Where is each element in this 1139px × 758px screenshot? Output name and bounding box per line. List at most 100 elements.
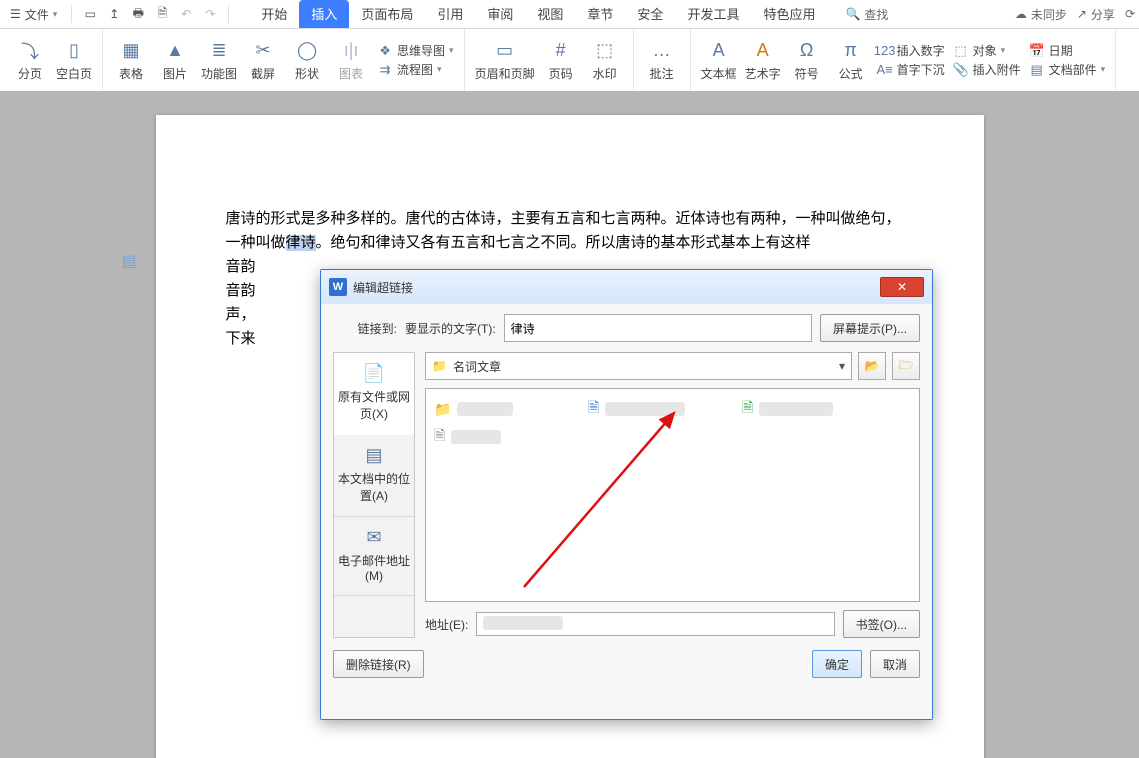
link-email[interactable]: ✉电子邮件地址(M) <box>334 517 414 596</box>
cancel-button[interactable]: 取消 <box>870 650 920 678</box>
mindmap-button[interactable]: ❖思维导图 ▾ <box>377 42 454 59</box>
object-icon: ⬚ <box>953 43 969 59</box>
header-icon: ▭ <box>493 39 517 63</box>
quick-open-icon[interactable]: ▭ <box>80 4 100 24</box>
file-list[interactable]: 📁xxxxxxxx 🗎xxxxxxxxxxxx 🗎xxxxxxxxxxx 🗎xx… <box>425 388 920 602</box>
search-box[interactable]: 🔍查找 <box>845 6 888 23</box>
docparts-button[interactable]: ▤文档部件 ▾ <box>1029 61 1106 78</box>
tab-review[interactable]: 审阅 <box>475 0 525 28</box>
file-icon: 📄 <box>363 363 385 384</box>
tab-layout[interactable]: 页面布局 <box>349 0 425 28</box>
link-existing[interactable]: 📄原有文件或网页(X) <box>334 353 414 435</box>
picture-button[interactable]: ▲图片 <box>153 35 197 86</box>
mail-icon: ✉ <box>366 527 381 548</box>
symbol-icon: Ω <box>795 39 819 63</box>
tab-section[interactable]: 章节 <box>575 0 625 28</box>
more-icon[interactable]: ⟳ <box>1125 7 1135 21</box>
linkto-label: 链接到: <box>333 320 397 337</box>
chart-icon: ı|ı <box>339 39 363 63</box>
tab-view[interactable]: 视图 <box>525 0 575 28</box>
display-text-input[interactable] <box>504 314 812 342</box>
num-icon: 123 <box>877 43 893 59</box>
wordart-icon: A <box>751 39 775 63</box>
folder-icon: 📁 <box>432 359 447 373</box>
tab-security[interactable]: 安全 <box>625 0 675 28</box>
tab-home[interactable]: 开始 <box>249 0 299 28</box>
up-icon: 📂 <box>865 359 880 373</box>
screen-tip-button[interactable]: 屏幕提示(P)... <box>820 314 920 342</box>
list-item[interactable]: 📁xxxxxxxx <box>432 395 586 423</box>
address-input[interactable] <box>476 612 834 636</box>
flowchart-button[interactable]: ⇉流程图 ▾ <box>377 61 454 78</box>
comment-icon: … <box>650 39 674 63</box>
quick-preview-icon[interactable]: 🗎 <box>152 4 172 24</box>
smartart-button[interactable]: ≣功能图 <box>197 35 241 86</box>
tab-special[interactable]: 特色应用 <box>751 0 827 28</box>
share-icon: ↗ <box>1077 7 1087 21</box>
ok-button[interactable]: 确定 <box>812 650 862 678</box>
ribbon: ⤵分页 ▯空白页 ▦表格 ▲图片 ≣功能图 ✂截屏 ◯形状 ı|ı图表 ❖思维导… <box>0 29 1139 92</box>
page-marker-icon: ▤ <box>122 251 137 271</box>
equation-icon: π <box>839 39 863 63</box>
textbox-icon: A <box>707 39 731 63</box>
redo-icon[interactable]: ↷ <box>200 4 220 24</box>
watermark-button[interactable]: ⬚水印 <box>583 35 627 86</box>
tab-insert[interactable]: 插入 <box>299 0 349 28</box>
screenshot-button[interactable]: ✂截屏 <box>241 35 285 86</box>
folder-select[interactable]: 📁 名词文章 ▾ <box>425 352 852 380</box>
remove-link-button[interactable]: 删除链接(R) <box>333 650 424 678</box>
shape-button[interactable]: ◯形状 <box>285 35 329 86</box>
sync-button[interactable]: ☁未同步 <box>1015 6 1067 23</box>
docparts-icon: ▤ <box>1029 62 1045 78</box>
up-folder-button[interactable]: 📂 <box>858 352 886 380</box>
header-footer-button[interactable]: ▭页眉和页脚 <box>471 35 539 86</box>
browse-folder-button[interactable]: 🗁 <box>892 352 920 380</box>
equation-button[interactable]: π公式 <box>829 35 873 86</box>
search-icon: 🔍 <box>845 7 860 21</box>
number-icon: # <box>549 39 573 63</box>
paging-button[interactable]: ⤵分页 <box>8 35 52 86</box>
link-placeindoc[interactable]: ▤本文档中的位置(A) <box>334 435 414 517</box>
folder-icon: 📁 <box>434 401 451 418</box>
insert-number-button[interactable]: 123插入数字 <box>877 42 945 59</box>
close-icon: ✕ <box>897 280 907 294</box>
close-button[interactable]: ✕ <box>880 277 924 297</box>
dialog-titlebar[interactable]: W 编辑超链接 ✕ <box>321 270 932 305</box>
attachment-button[interactable]: 📎插入附件 <box>953 61 1021 78</box>
hyperlink-dialog: W 编辑超链接 ✕ 链接到: 要显示的文字(T): 屏幕提示(P)... 📄原有… <box>320 269 933 720</box>
menu-button[interactable]: ☰文件▾ <box>4 4 63 25</box>
blank-page-button[interactable]: ▯空白页 <box>52 35 96 86</box>
tab-developer[interactable]: 开发工具 <box>675 0 751 28</box>
undo-icon[interactable]: ↶ <box>176 4 196 24</box>
display-label: 要显示的文字(T): <box>405 320 496 337</box>
bookmark-button[interactable]: 书签(O)... <box>843 610 920 638</box>
linkto-nav: 📄原有文件或网页(X) ▤本文档中的位置(A) ✉电子邮件地址(M) <box>333 352 415 638</box>
paperclip-icon: 📎 <box>953 62 969 78</box>
dropcap-button[interactable]: A≡首字下沉 <box>877 61 945 78</box>
share-button[interactable]: ↗分享 <box>1077 6 1115 23</box>
wordart-button[interactable]: A艺术字 <box>741 35 785 86</box>
flowchart-icon: ⇉ <box>377 62 393 78</box>
textbox-button[interactable]: A文本框 <box>697 35 741 86</box>
chart-button[interactable]: ı|ı图表 <box>329 35 373 86</box>
list-item[interactable]: 🗎xxxxxxxxxxxx <box>586 395 740 423</box>
screenshot-icon: ✂ <box>251 39 275 63</box>
list-item[interactable]: 🗎xxxxxxxxxxx <box>740 395 894 423</box>
comment-button[interactable]: …批注 <box>640 35 684 86</box>
address-label: 地址(E): <box>425 616 468 633</box>
sheet-icon: 🗎 <box>742 397 753 421</box>
quick-print-icon[interactable]: 🖶 <box>128 4 148 24</box>
menubar: ☰文件▾ ▭ ↥ 🖶 🗎 ↶ ↷ 开始 插入 页面布局 引用 审阅 视图 章节 … <box>0 0 1139 29</box>
list-item[interactable]: 🗎xxxxxxx <box>432 423 586 451</box>
quick-new-icon[interactable]: ↥ <box>104 4 124 24</box>
symbol-button[interactable]: Ω符号 <box>785 35 829 86</box>
object-button[interactable]: ⬚对象 ▾ <box>953 42 1021 59</box>
page-number-button[interactable]: #页码 <box>539 35 583 86</box>
tab-references[interactable]: 引用 <box>425 0 475 28</box>
table-button[interactable]: ▦表格 <box>109 35 153 86</box>
picture-icon: ▲ <box>163 39 187 63</box>
date-button[interactable]: 📅日期 <box>1029 42 1106 59</box>
doc-icon: 🗎 <box>588 397 599 421</box>
mindmap-icon: ❖ <box>377 43 393 59</box>
watermark-icon: ⬚ <box>593 39 617 63</box>
